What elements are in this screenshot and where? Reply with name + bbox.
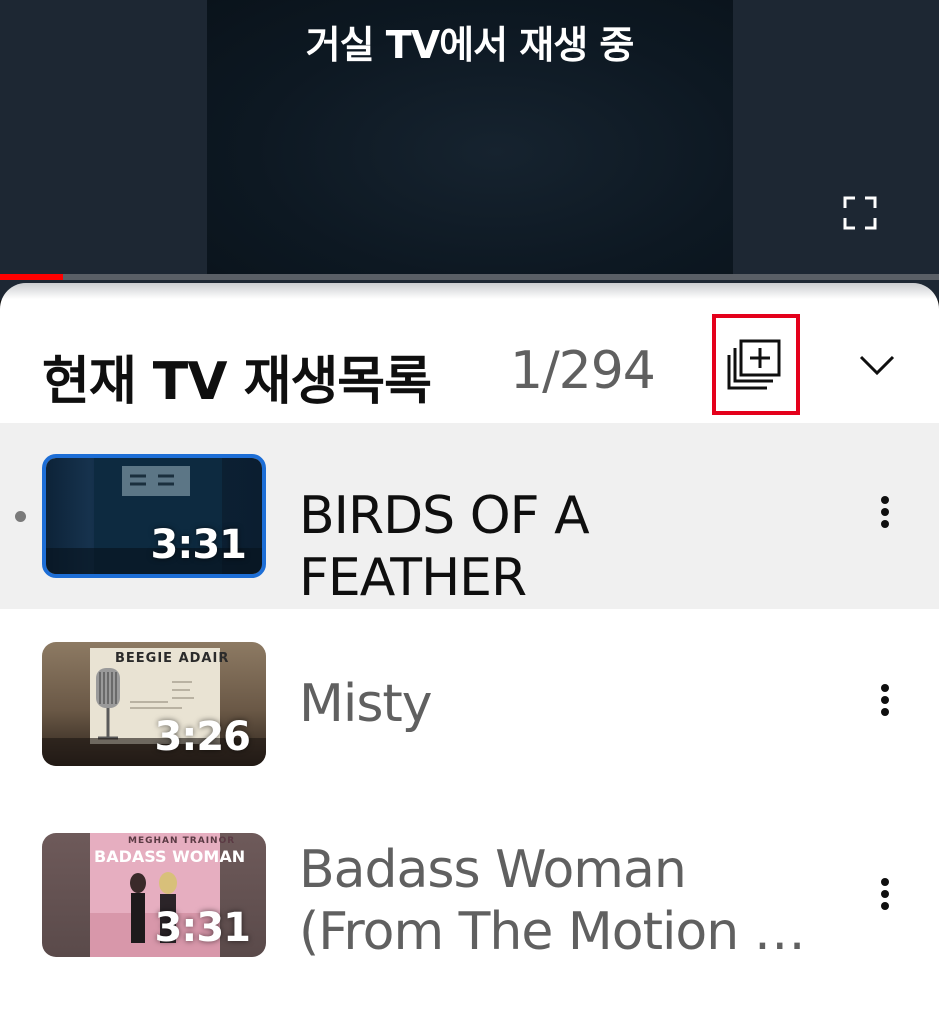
thumbnail-image: 3:31 bbox=[46, 458, 262, 574]
save-playlist-button[interactable] bbox=[712, 314, 800, 415]
queue-item[interactable]: MEGHAN TRAINOR BADASS WOMAN 3:31 Badass … bbox=[0, 795, 939, 981]
queue-title: 현재 TV 재생목록 bbox=[42, 352, 432, 412]
progress-bar[interactable] bbox=[0, 274, 939, 280]
queue-item[interactable]: 3:31 BIRDS OF A FEATHER bbox=[0, 423, 939, 609]
track-title: BIRDS OF A FEATHER bbox=[299, 486, 590, 608]
progress-fill bbox=[0, 274, 63, 280]
thumbnail[interactable]: MEGHAN TRAINOR BADASS WOMAN 3:31 bbox=[42, 833, 266, 957]
thumbnail-image: MEGHAN TRAINOR BADASS WOMAN 3:31 bbox=[42, 833, 266, 957]
queue-item[interactable]: BEEGIE ADAIR 3:26 Misty bbox=[0, 609, 939, 795]
cast-status-text: 거실 TV에서 재생 중 bbox=[305, 23, 635, 67]
duration-label: 3:26 bbox=[154, 714, 251, 760]
track-title: Badass Woman (From The Motion … bbox=[299, 840, 806, 962]
thumbnail-artist-text: MEGHAN TRAINOR bbox=[128, 836, 236, 846]
add-to-library-icon bbox=[727, 339, 781, 390]
thumbnail-image: BEEGIE ADAIR 3:26 bbox=[42, 642, 266, 766]
fullscreen-icon[interactable] bbox=[843, 196, 877, 230]
thumbnail-artist-text: BEEGIE ADAIR bbox=[115, 651, 230, 666]
now-playing-indicator bbox=[15, 511, 26, 522]
duration-label: 3:31 bbox=[150, 522, 247, 568]
video-player[interactable]: 거실 TV에서 재생 중 bbox=[0, 0, 939, 300]
more-vertical-icon[interactable] bbox=[870, 681, 900, 727]
queue-position: 1/294 bbox=[510, 341, 656, 401]
queue-sheet: 현재 TV 재생목록 1/294 3:31 BIRDS OF A FEATHER… bbox=[0, 283, 939, 1024]
track-title: Misty bbox=[299, 674, 433, 734]
more-vertical-icon[interactable] bbox=[870, 875, 900, 921]
thumbnail[interactable]: 3:31 bbox=[42, 454, 266, 578]
more-vertical-icon[interactable] bbox=[870, 493, 900, 539]
thumbnail-title-text: BADASS WOMAN bbox=[94, 847, 246, 866]
duration-label: 3:31 bbox=[154, 905, 251, 951]
queue-header: 현재 TV 재생목록 1/294 bbox=[0, 297, 939, 423]
thumbnail[interactable]: BEEGIE ADAIR 3:26 bbox=[42, 642, 266, 766]
chevron-down-icon[interactable] bbox=[855, 345, 899, 385]
